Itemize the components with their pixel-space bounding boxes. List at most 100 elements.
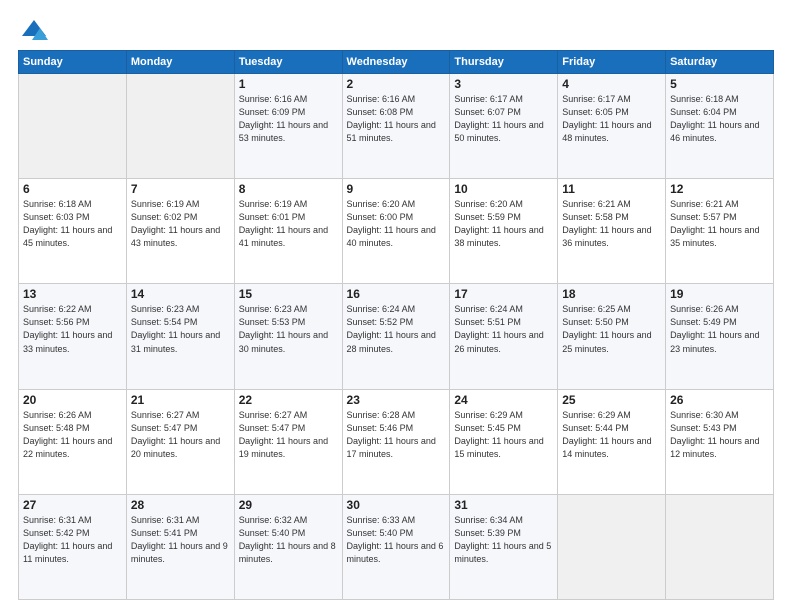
calendar-cell (558, 494, 666, 599)
page: SundayMondayTuesdayWednesdayThursdayFrid… (0, 0, 792, 612)
day-number: 2 (347, 77, 446, 91)
calendar-cell: 3 Sunrise: 6:17 AM Sunset: 6:07 PM Daylig… (450, 74, 558, 179)
calendar-table: SundayMondayTuesdayWednesdayThursdayFrid… (18, 50, 774, 600)
day-number: 7 (131, 182, 230, 196)
calendar-cell (666, 494, 774, 599)
day-info: Sunrise: 6:26 AM Sunset: 5:48 PM Dayligh… (23, 409, 122, 461)
calendar-cell: 15 Sunrise: 6:23 AM Sunset: 5:53 PM Dayli… (234, 284, 342, 389)
day-info: Sunrise: 6:34 AM Sunset: 5:39 PM Dayligh… (454, 514, 553, 566)
calendar-cell: 18 Sunrise: 6:25 AM Sunset: 5:50 PM Dayli… (558, 284, 666, 389)
weekday-header-wednesday: Wednesday (342, 51, 450, 74)
day-info: Sunrise: 6:19 AM Sunset: 6:01 PM Dayligh… (239, 198, 338, 250)
calendar-cell: 20 Sunrise: 6:26 AM Sunset: 5:48 PM Dayli… (19, 389, 127, 494)
calendar-cell: 24 Sunrise: 6:29 AM Sunset: 5:45 PM Dayli… (450, 389, 558, 494)
day-number: 5 (670, 77, 769, 91)
calendar-cell: 12Sunrise: 6:21 AM Sunset: 5:57 PM Dayli… (666, 179, 774, 284)
day-number: 11 (562, 182, 661, 196)
day-number: 3 (454, 77, 553, 91)
day-number: 12 (670, 182, 769, 196)
day-info: Sunrise: 6:31 AM Sunset: 5:41 PM Dayligh… (131, 514, 230, 566)
day-info: Sunrise: 6:17 AM Sunset: 6:05 PM Dayligh… (562, 93, 661, 145)
calendar-cell: 31 Sunrise: 6:34 AM Sunset: 5:39 PM Dayli… (450, 494, 558, 599)
logo (18, 18, 48, 40)
week-row-4: 20 Sunrise: 6:26 AM Sunset: 5:48 PM Dayli… (19, 389, 774, 494)
day-number: 8 (239, 182, 338, 196)
day-info: Sunrise: 6:31 AM Sunset: 5:42 PM Dayligh… (23, 514, 122, 566)
day-info: Sunrise: 6:33 AM Sunset: 5:40 PM Dayligh… (347, 514, 446, 566)
calendar-cell: 23 Sunrise: 6:28 AM Sunset: 5:46 PM Dayli… (342, 389, 450, 494)
day-number: 20 (23, 393, 122, 407)
calendar-cell: 9Sunrise: 6:20 AM Sunset: 6:00 PM Daylig… (342, 179, 450, 284)
day-info: Sunrise: 6:29 AM Sunset: 5:45 PM Dayligh… (454, 409, 553, 461)
day-number: 15 (239, 287, 338, 301)
day-info: Sunrise: 6:30 AM Sunset: 5:43 PM Dayligh… (670, 409, 769, 461)
calendar-cell: 2Sunrise: 6:16 AM Sunset: 6:08 PM Daylig… (342, 74, 450, 179)
day-number: 26 (670, 393, 769, 407)
calendar-cell: 6 Sunrise: 6:18 AM Sunset: 6:03 PM Daylig… (19, 179, 127, 284)
calendar-cell: 5 Sunrise: 6:18 AM Sunset: 6:04 PM Daylig… (666, 74, 774, 179)
day-number: 1 (239, 77, 338, 91)
calendar-cell: 29Sunrise: 6:32 AM Sunset: 5:40 PM Dayli… (234, 494, 342, 599)
day-number: 23 (347, 393, 446, 407)
calendar-cell: 8 Sunrise: 6:19 AM Sunset: 6:01 PM Daylig… (234, 179, 342, 284)
weekday-header-tuesday: Tuesday (234, 51, 342, 74)
day-info: Sunrise: 6:28 AM Sunset: 5:46 PM Dayligh… (347, 409, 446, 461)
calendar-cell: 17 Sunrise: 6:24 AM Sunset: 5:51 PM Dayli… (450, 284, 558, 389)
day-info: Sunrise: 6:24 AM Sunset: 5:52 PM Dayligh… (347, 303, 446, 355)
calendar-cell: 13Sunrise: 6:22 AM Sunset: 5:56 PM Dayli… (19, 284, 127, 389)
week-row-1: 1 Sunrise: 6:16 AM Sunset: 6:09 PM Daylig… (19, 74, 774, 179)
day-info: Sunrise: 6:25 AM Sunset: 5:50 PM Dayligh… (562, 303, 661, 355)
day-number: 16 (347, 287, 446, 301)
calendar-cell: 16 Sunrise: 6:24 AM Sunset: 5:52 PM Dayli… (342, 284, 450, 389)
day-info: Sunrise: 6:32 AM Sunset: 5:40 PM Dayligh… (239, 514, 338, 566)
calendar-cell: 19Sunrise: 6:26 AM Sunset: 5:49 PM Dayli… (666, 284, 774, 389)
calendar-cell: 10Sunrise: 6:20 AM Sunset: 5:59 PM Dayli… (450, 179, 558, 284)
weekday-header-row: SundayMondayTuesdayWednesdayThursdayFrid… (19, 51, 774, 74)
day-info: Sunrise: 6:16 AM Sunset: 6:09 PM Dayligh… (239, 93, 338, 145)
week-row-5: 27 Sunrise: 6:31 AM Sunset: 5:42 PM Dayli… (19, 494, 774, 599)
day-number: 21 (131, 393, 230, 407)
weekday-header-saturday: Saturday (666, 51, 774, 74)
day-info: Sunrise: 6:17 AM Sunset: 6:07 PM Dayligh… (454, 93, 553, 145)
day-info: Sunrise: 6:18 AM Sunset: 6:03 PM Dayligh… (23, 198, 122, 250)
day-number: 18 (562, 287, 661, 301)
day-info: Sunrise: 6:26 AM Sunset: 5:49 PM Dayligh… (670, 303, 769, 355)
calendar-cell: 28 Sunrise: 6:31 AM Sunset: 5:41 PM Dayli… (126, 494, 234, 599)
day-info: Sunrise: 6:23 AM Sunset: 5:53 PM Dayligh… (239, 303, 338, 355)
day-number: 10 (454, 182, 553, 196)
header (18, 18, 774, 40)
week-row-2: 6 Sunrise: 6:18 AM Sunset: 6:03 PM Daylig… (19, 179, 774, 284)
day-number: 4 (562, 77, 661, 91)
calendar-cell: 25 Sunrise: 6:29 AM Sunset: 5:44 PM Dayli… (558, 389, 666, 494)
weekday-header-friday: Friday (558, 51, 666, 74)
calendar-cell: 1 Sunrise: 6:16 AM Sunset: 6:09 PM Daylig… (234, 74, 342, 179)
day-info: Sunrise: 6:18 AM Sunset: 6:04 PM Dayligh… (670, 93, 769, 145)
week-row-3: 13Sunrise: 6:22 AM Sunset: 5:56 PM Dayli… (19, 284, 774, 389)
calendar-cell (126, 74, 234, 179)
day-number: 24 (454, 393, 553, 407)
day-info: Sunrise: 6:24 AM Sunset: 5:51 PM Dayligh… (454, 303, 553, 355)
day-number: 25 (562, 393, 661, 407)
day-info: Sunrise: 6:23 AM Sunset: 5:54 PM Dayligh… (131, 303, 230, 355)
day-info: Sunrise: 6:29 AM Sunset: 5:44 PM Dayligh… (562, 409, 661, 461)
day-info: Sunrise: 6:22 AM Sunset: 5:56 PM Dayligh… (23, 303, 122, 355)
day-info: Sunrise: 6:27 AM Sunset: 5:47 PM Dayligh… (131, 409, 230, 461)
day-number: 6 (23, 182, 122, 196)
weekday-header-sunday: Sunday (19, 51, 127, 74)
calendar-cell (19, 74, 127, 179)
calendar-cell: 14Sunrise: 6:23 AM Sunset: 5:54 PM Dayli… (126, 284, 234, 389)
day-number: 31 (454, 498, 553, 512)
weekday-header-monday: Monday (126, 51, 234, 74)
calendar-cell: 11Sunrise: 6:21 AM Sunset: 5:58 PM Dayli… (558, 179, 666, 284)
weekday-header-thursday: Thursday (450, 51, 558, 74)
calendar-cell: 26 Sunrise: 6:30 AM Sunset: 5:43 PM Dayli… (666, 389, 774, 494)
calendar-cell: 22Sunrise: 6:27 AM Sunset: 5:47 PM Dayli… (234, 389, 342, 494)
calendar-cell: 4 Sunrise: 6:17 AM Sunset: 6:05 PM Daylig… (558, 74, 666, 179)
day-number: 27 (23, 498, 122, 512)
logo-icon (20, 18, 48, 40)
day-number: 9 (347, 182, 446, 196)
day-number: 28 (131, 498, 230, 512)
day-number: 17 (454, 287, 553, 301)
calendar-cell: 27 Sunrise: 6:31 AM Sunset: 5:42 PM Dayli… (19, 494, 127, 599)
day-number: 30 (347, 498, 446, 512)
